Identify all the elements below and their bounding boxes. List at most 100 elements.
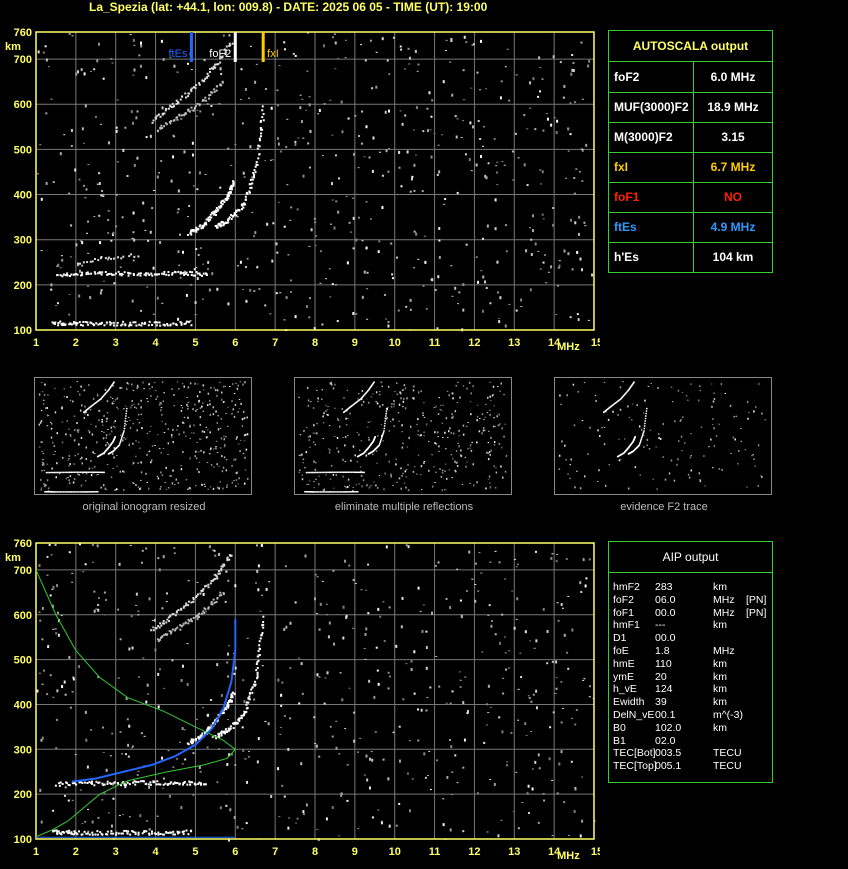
noise-dot [333,33,336,35]
noise-dot [480,572,483,574]
noise-dot [555,677,558,679]
noise-dot [301,692,304,695]
noise-dot [40,478,42,481]
autoscala-value: 18.9 MHz [707,100,759,114]
trace-point [139,274,142,277]
trace-point [208,218,211,221]
trace-point [94,491,96,493]
noise-dot [377,250,380,254]
noise-dot [713,392,715,394]
noise-dot [110,430,113,433]
noise-dot [440,404,442,406]
noise-dot [178,264,181,266]
noise-dot [253,235,256,238]
trace-point [167,107,170,110]
noise-dot [683,442,686,444]
noise-dot [256,760,259,764]
noise-dot [302,462,304,464]
noise-dot [433,466,435,468]
noise-dot [452,432,455,435]
noise-dot [309,435,312,438]
noise-dot [59,267,62,269]
noise-dot [84,480,87,482]
trace-point [163,125,166,128]
trace-point [321,471,323,474]
noise-dot [528,227,531,229]
trace-point [66,272,69,275]
noise-dot [78,269,81,273]
aip-name: ymE [613,670,634,683]
noise-dot [164,423,167,426]
trace-point [262,621,265,624]
trace-point [335,491,337,493]
noise-dot [550,265,553,269]
aip-extra: [PN] [746,606,767,619]
noise-dot [77,473,79,475]
trace-point [248,183,251,186]
noise-dot [481,413,484,415]
noise-dot [194,403,196,406]
noise-dot [500,819,503,821]
noise-dot [494,198,497,202]
trace-point [262,623,265,626]
noise-dot [376,486,379,489]
trace-point [58,784,61,787]
noise-dot [737,463,739,465]
noise-dot [504,471,507,473]
aip-value: 02.0 [655,734,676,747]
noise-dot [447,430,450,433]
trace-point [379,441,382,444]
noise-dot [283,225,286,228]
noise-dot [365,627,368,631]
noise-dot [255,582,258,584]
noise-dot [313,424,315,427]
noise-dot [365,754,368,758]
trace-point [161,112,164,115]
noise-dot [206,746,209,749]
noise-dot [283,795,286,798]
noise-dot [436,173,439,176]
noise-dot [570,218,573,222]
noise-dot [718,467,721,470]
trace-point [167,270,170,273]
noise-dot [344,444,346,447]
noise-dot [95,608,98,610]
noise-dot [196,109,199,111]
trace-point [104,271,107,274]
noise-dot [313,480,315,482]
noise-dot [323,103,326,105]
noise-dot [191,141,194,145]
noise-dot [443,203,446,205]
noise-dot [308,480,311,482]
noise-dot [373,695,376,699]
noise-dot [198,438,201,440]
noise-dot [428,91,431,95]
trace-point [341,491,343,493]
noise-dot [201,298,204,300]
noise-dot [238,477,240,480]
noise-dot [77,430,80,433]
noise-dot [214,389,217,392]
trace-point [248,695,251,698]
noise-dot [106,417,108,420]
trace-point [70,471,73,474]
noise-dot [243,700,246,704]
trace-point [217,570,220,573]
trace-point [258,137,261,140]
trace-point [241,714,244,717]
noise-dot [137,770,140,772]
trace-point [157,833,160,836]
noise-dot [380,424,383,426]
noise-dot [78,443,80,446]
noise-dot [462,120,465,122]
trace-point [199,783,202,786]
noise-dot [380,382,382,384]
trace-point [262,119,265,122]
noise-dot [313,217,316,220]
noise-dot [45,181,48,185]
noise-dot [145,472,147,475]
noise-dot [96,59,99,63]
noise-dot [437,275,440,279]
x-tick-label: 2 [73,846,79,858]
noise-dot [140,309,143,312]
